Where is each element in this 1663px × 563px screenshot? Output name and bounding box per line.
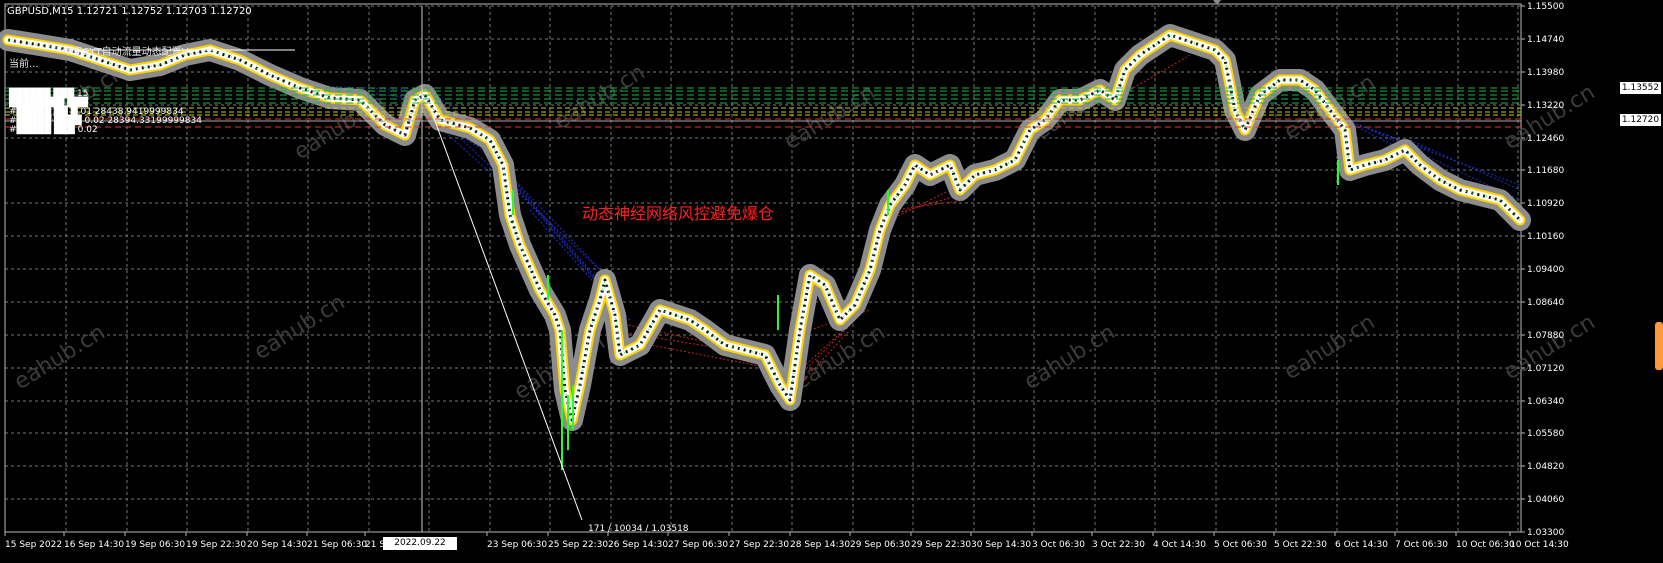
time-label: 26 Sep 14:30	[608, 540, 668, 550]
time-label: 25 Sep 22:30	[548, 540, 608, 550]
price-label: 1.10920	[1527, 199, 1564, 209]
price-label: 1.15500	[1527, 2, 1564, 12]
price-label: 1.07120	[1527, 364, 1564, 374]
time-label: 7 Oct 06:30	[1395, 540, 1448, 550]
time-label: 3 Oct 22:30	[1092, 540, 1145, 550]
price-tag-current: 1.12720	[1620, 114, 1661, 126]
crosshair-time-label: 2022.09.22 13:00	[383, 537, 457, 561]
watermark: eahub.cn	[10, 320, 110, 395]
price-label: 1.05580	[1527, 429, 1564, 439]
watermark: eahub.cn	[250, 290, 350, 365]
price-label: 1.11680	[1527, 166, 1564, 176]
chart-annotation: 动态神经网络风控避免爆仓	[582, 204, 775, 223]
price-label: 1.09400	[1527, 265, 1564, 275]
price-label: 1.14740	[1527, 35, 1564, 45]
time-label: 27 Sep 22:30	[729, 540, 789, 550]
chart-scroll-handle[interactable]	[1655, 322, 1663, 370]
time-label: 29 Sep 06:30	[850, 540, 910, 550]
price-label: 1.10160	[1527, 232, 1564, 242]
watermark: eahub.cn	[550, 60, 650, 135]
price-label: 1.08640	[1527, 298, 1564, 308]
price-label: 1.07880	[1527, 331, 1564, 341]
watermark: eahub.cn	[1020, 320, 1120, 395]
time-label: 15 Sep 2022	[5, 540, 62, 550]
ea-status-line: 当前...	[9, 59, 39, 70]
time-label: 23 Sep 06:30	[487, 540, 547, 550]
price-chart[interactable]: eahub.cn eahub.cn eahub.cn eahub.cn eahub.cn…	[0, 0, 1663, 561]
time-label: 30 Sep 14:30	[971, 540, 1031, 550]
time-label: 5 Oct 06:30	[1214, 540, 1267, 550]
time-label: 28 Sep 14:30	[790, 540, 850, 550]
price-label: 1.03300	[1527, 528, 1564, 538]
order-line: #█████ ███ 0.02	[9, 125, 98, 135]
time-label: 4 Oct 14:30	[1153, 540, 1206, 550]
time-label: 29 Sep 22:30	[911, 540, 971, 550]
time-label: 3 Oct 06:30	[1032, 540, 1085, 550]
time-label: 16 Sep 14:30	[64, 540, 124, 550]
price-label: 1.04060	[1527, 495, 1564, 505]
chart-window[interactable]: eahub.cn eahub.cn eahub.cn eahub.cn eahub.cn…	[0, 0, 1663, 561]
order-list: ██████ ███ 15 ████████ ███ #█████ ██ █.0…	[9, 90, 202, 135]
time-label: 10 Oct 14:30	[1510, 540, 1569, 550]
time-label: 5 Oct 22:30	[1274, 540, 1327, 550]
price-label: 1.13220	[1527, 101, 1564, 111]
time-label: 6 Oct 14:30	[1335, 540, 1388, 550]
time-label: 21 Sep 06:30	[307, 540, 367, 550]
time-label: 19 Sep 22:30	[186, 540, 246, 550]
chart-shift-marker[interactable]	[1213, 0, 1221, 5]
time-label: 10 Oct 06:30	[1456, 540, 1515, 550]
watermark: eahub.cn	[1280, 310, 1380, 385]
time-label: 19 Sep 06:30	[125, 540, 185, 550]
symbol-header: GBPUSD,M15 1.12721 1.12752 1.12703 1.127…	[7, 6, 252, 17]
ea-panel-title: 中盘SYT自动流量动态配置V ...	[63, 47, 202, 58]
trendline-label: 171 / 10034 / 1.03518	[588, 524, 689, 534]
price-tag-upper: 1.13552	[1620, 82, 1661, 94]
price-label: 1.04820	[1527, 462, 1564, 472]
time-label: 20 Sep 14:30	[247, 540, 307, 550]
price-label: 1.13980	[1527, 68, 1564, 78]
price-label: 1.12460	[1527, 134, 1564, 144]
time-label: 27 Sep 06:30	[668, 540, 728, 550]
price-label: 1.06340	[1527, 397, 1564, 407]
